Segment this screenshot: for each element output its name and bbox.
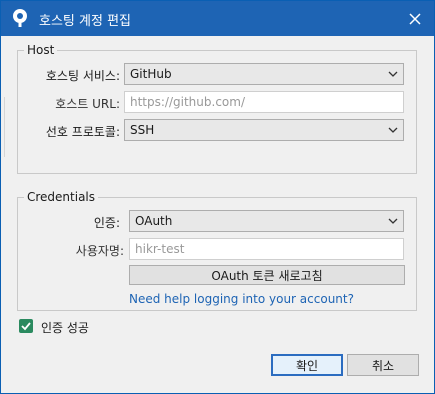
host-url-field[interactable]	[124, 91, 404, 113]
hosting-service-select[interactable]: GitHub	[124, 63, 404, 85]
auth-label: 인증:	[93, 216, 120, 230]
cancel-button[interactable]: 취소	[347, 354, 419, 376]
auth-value: OAuth	[135, 214, 173, 228]
chevron-down-icon	[387, 215, 399, 227]
refresh-oauth-token-button[interactable]: OAuth 토큰 새로고침	[129, 265, 405, 285]
auth-success-checkbox[interactable]	[19, 319, 33, 333]
help-login-link[interactable]: Need help logging into your account?	[129, 292, 354, 306]
sourcetree-icon	[10, 8, 30, 28]
credentials-legend: Credentials	[24, 190, 99, 205]
title-bar: 호스팅 계정 편집	[1, 1, 434, 36]
auth-select[interactable]: OAuth	[129, 210, 404, 232]
username-field[interactable]	[129, 238, 404, 260]
host-url-label: 호스트 URL:	[55, 97, 120, 111]
preferred-protocol-value: SSH	[130, 123, 155, 137]
hosting-service-value: GitHub	[130, 67, 172, 81]
close-icon[interactable]	[396, 1, 434, 36]
preferred-protocol-label: 선호 프로토콜:	[45, 125, 120, 139]
chevron-down-icon	[387, 68, 399, 80]
host-legend: Host	[24, 43, 58, 58]
hosting-service-label: 호스팅 서비스:	[45, 69, 120, 83]
preferred-protocol-select[interactable]: SSH	[124, 119, 404, 141]
ok-button[interactable]: 확인	[271, 354, 343, 376]
username-label: 사용자명:	[75, 244, 124, 258]
host-url-input[interactable]	[125, 92, 403, 112]
window-title: 호스팅 계정 편집	[39, 14, 131, 29]
edit-hosting-account-dialog: 호스팅 계정 편집 Host 호스팅 서비스: GitHub 호스트 URL: …	[0, 0, 435, 394]
chevron-down-icon	[387, 124, 399, 136]
checkmark-icon	[21, 322, 31, 331]
auth-success-label: 인증 성공	[41, 321, 89, 335]
left-edge-strip	[1, 97, 5, 157]
username-input[interactable]	[130, 239, 403, 259]
